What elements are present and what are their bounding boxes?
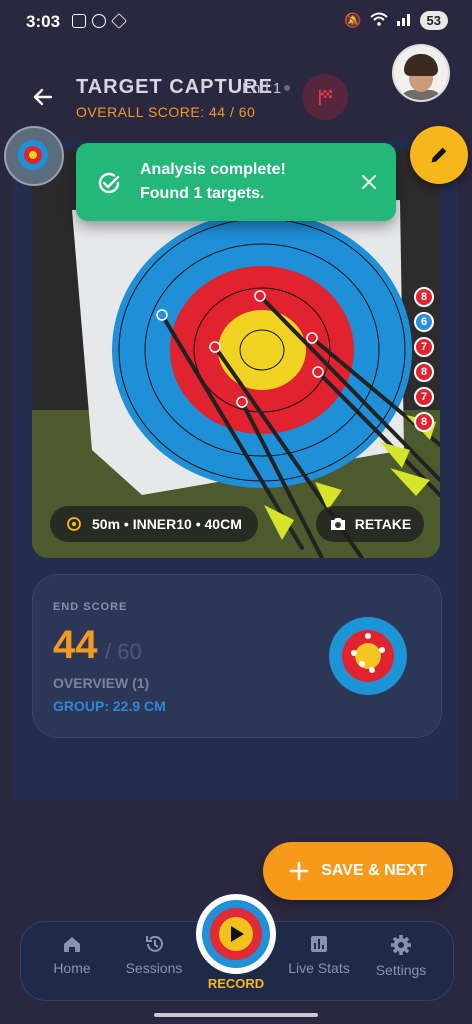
toast-title: Analysis complete! xyxy=(140,161,286,178)
arrow-score-chip[interactable]: 8 xyxy=(414,362,434,382)
screenshot-icon xyxy=(72,14,86,28)
arrow-dot xyxy=(369,667,375,673)
status-time: 3:03 xyxy=(26,12,61,31)
nav-sessions[interactable]: Sessions xyxy=(114,934,194,976)
mute-icon: 🔕 xyxy=(344,12,362,28)
record-label: RECORD xyxy=(207,976,265,991)
arrow-score-chip[interactable]: 8 xyxy=(414,412,434,432)
nav-settings-label: Settings xyxy=(375,962,427,978)
overview-link[interactable]: OVERVIEW (1) xyxy=(53,675,149,691)
distance-info-text: 50m • INNER10 • 40CM xyxy=(92,516,242,532)
notification-icons xyxy=(72,13,127,29)
nav-home[interactable]: Home xyxy=(32,934,112,976)
arrow-score-list: 8 6 7 8 7 8 xyxy=(414,287,434,432)
end-score-max: / 60 xyxy=(105,639,142,664)
save-next-button[interactable]: SAVE & NEXT xyxy=(263,842,453,900)
arrow-dot xyxy=(379,647,385,653)
arrow-score-chip[interactable]: 7 xyxy=(414,387,434,407)
check-circle-icon xyxy=(98,172,120,194)
save-next-label: SAVE & NEXT xyxy=(321,862,427,879)
camera-icon xyxy=(330,518,345,530)
end-score-label: END SCORE xyxy=(53,601,128,613)
overall-score: OVERALL SCORE: 44 / 60 xyxy=(76,104,256,120)
end-label: End 1 xyxy=(242,80,282,97)
status-bar: 3:03 🔕 53 xyxy=(0,0,472,44)
finish-flag-button[interactable] xyxy=(302,74,348,120)
record-button[interactable] xyxy=(196,894,276,974)
arrow-dot xyxy=(351,650,357,656)
home-icon xyxy=(64,937,80,952)
toast-close-button[interactable] xyxy=(356,169,382,195)
nav-home-label: Home xyxy=(53,960,91,976)
close-icon xyxy=(361,174,377,190)
arrow-score-chip[interactable]: 7 xyxy=(414,337,434,357)
arrow-dot xyxy=(365,633,371,639)
history-icon xyxy=(146,935,163,952)
messenger-icon xyxy=(92,14,106,28)
distance-info-pill[interactable]: 50m • INNER10 • 40CM xyxy=(50,506,258,542)
pencil-icon xyxy=(431,147,447,163)
target-icon xyxy=(67,517,81,531)
toast-message: Found 1 targets. xyxy=(140,185,265,202)
retake-button[interactable]: RETAKE xyxy=(316,506,424,542)
nav-live-stats-label: Live Stats xyxy=(288,960,350,976)
nav-sessions-label: Sessions xyxy=(125,960,183,976)
bar-chart-icon xyxy=(311,936,327,952)
back-button[interactable] xyxy=(28,82,58,112)
analysis-toast: Analysis complete! Found 1 targets. xyxy=(76,143,396,221)
target-thumbnail[interactable] xyxy=(4,126,64,186)
play-icon xyxy=(231,926,244,942)
end-dot xyxy=(284,85,290,91)
end-score-value: 44 xyxy=(53,623,98,667)
arrow-score-chip[interactable]: 6 xyxy=(414,312,434,332)
nav-live-stats[interactable]: Live Stats xyxy=(279,934,359,976)
edit-button[interactable] xyxy=(410,126,468,184)
avatar[interactable] xyxy=(392,44,450,102)
end-score-card: END SCORE 44 / 60 OVERVIEW (1) GROUP: 22… xyxy=(32,574,442,738)
gear-icon xyxy=(391,935,411,955)
header: TARGET CAPTURE End 1 OVERALL SCORE: 44 /… xyxy=(0,44,472,140)
battery-indicator: 53 xyxy=(419,11,448,30)
checkered-flag-icon xyxy=(319,90,332,105)
mini-target-preview[interactable] xyxy=(329,617,407,695)
arrow-dot xyxy=(359,661,365,667)
home-indicator[interactable] xyxy=(154,1013,318,1017)
drive-icon xyxy=(111,13,127,29)
arrow-left-icon xyxy=(33,88,53,106)
wifi-icon xyxy=(369,12,388,29)
arrow-score-chip[interactable]: 8 xyxy=(414,287,434,307)
group-size: GROUP: 22.9 CM xyxy=(53,698,166,714)
signal-icon xyxy=(396,12,412,29)
plus-icon xyxy=(289,861,309,881)
retake-label: RETAKE xyxy=(354,516,412,532)
nav-settings[interactable]: Settings xyxy=(361,934,441,978)
